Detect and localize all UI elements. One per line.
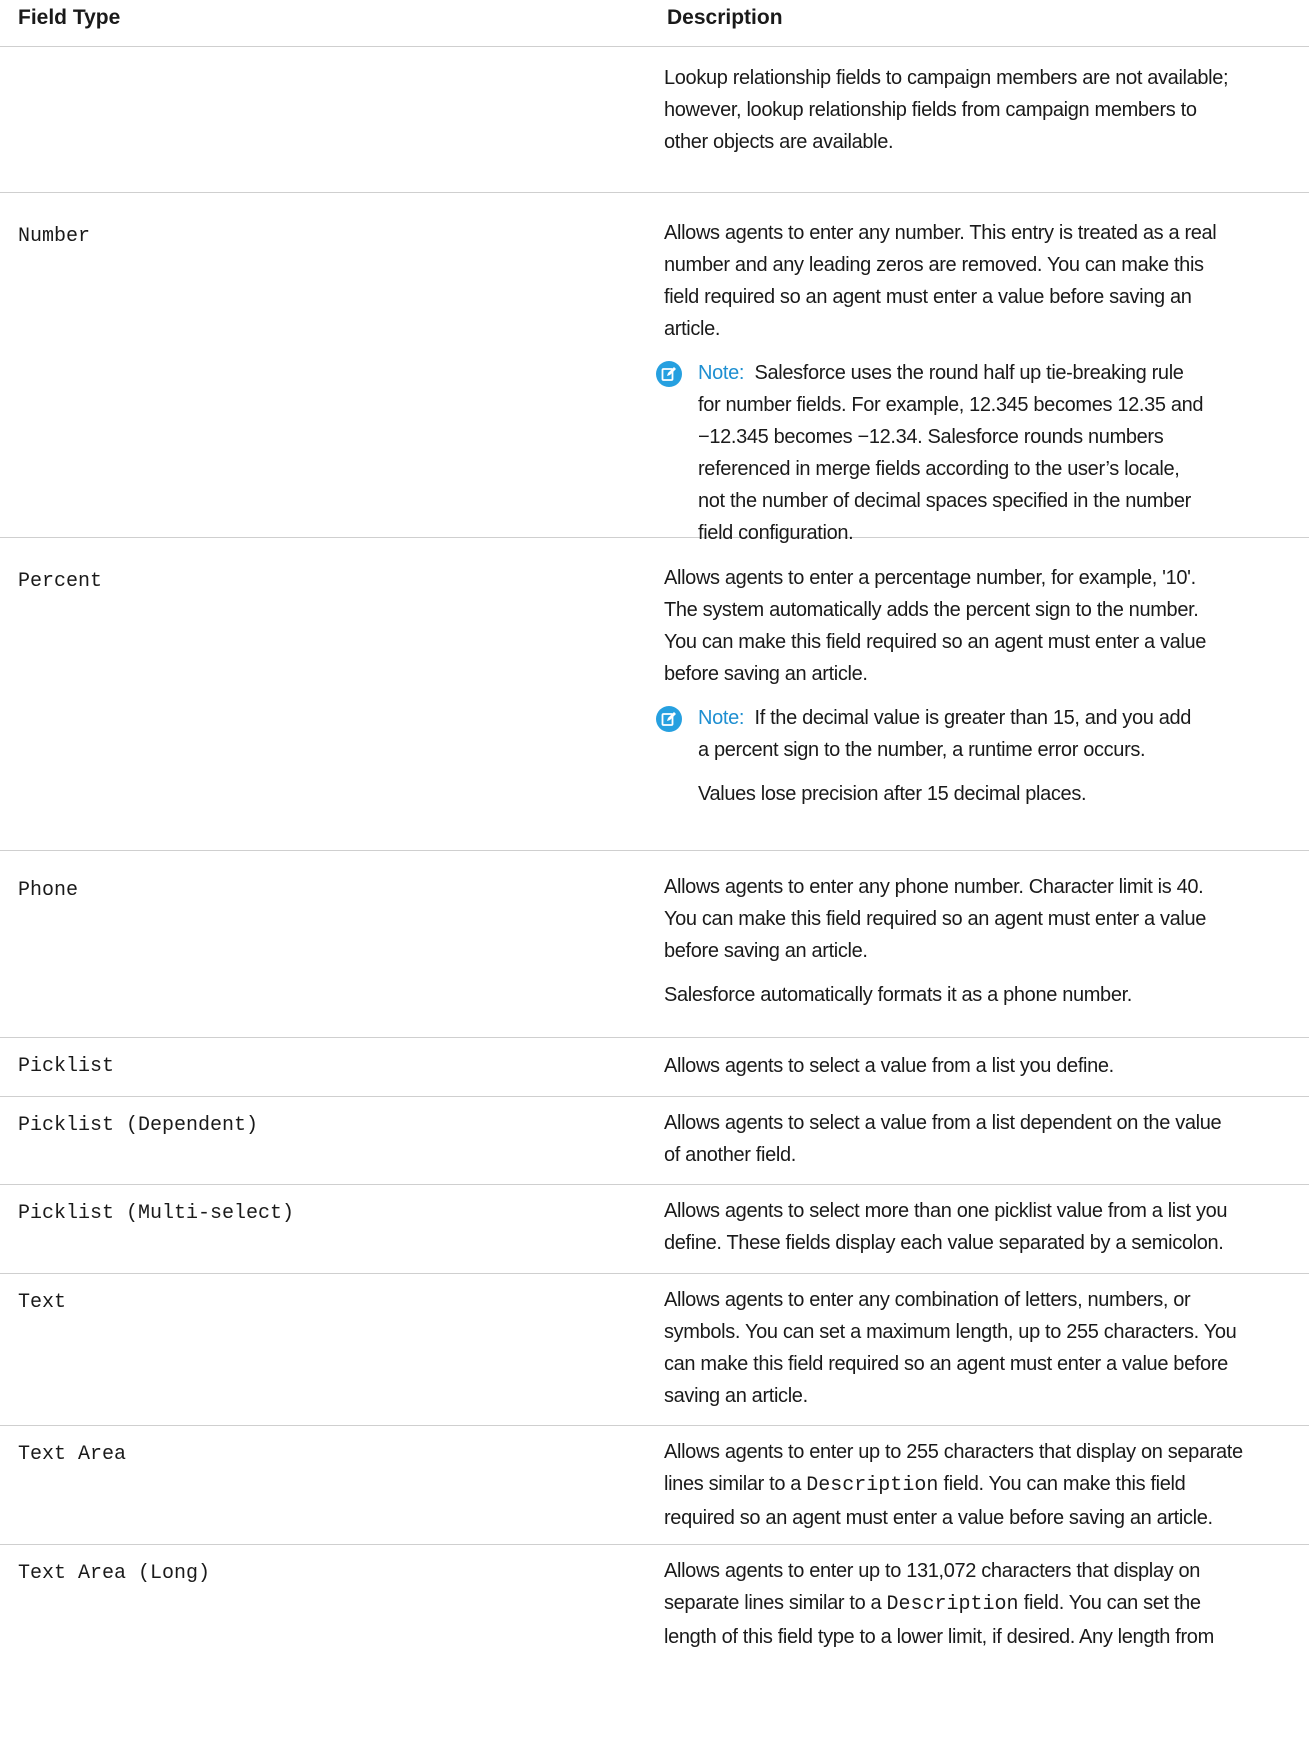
note-text: −12.345 becomes −12.34. Salesforce round… [698,426,1164,448]
field-type-table: Field Type Description Lookup relationsh… [0,0,1309,1745]
row-description: Allows agents to enter any combination o… [664,1284,1294,1424]
description-paragraph: Allows agents to select more than one pi… [664,1195,1294,1259]
field-type-number: Number [18,225,91,248]
text-line: Salesforce automatically formats it as a… [664,984,1133,1006]
row-description: Allows agents to enter up to 131,072 cha… [664,1555,1294,1665]
text-line: define. These fields display each value … [664,1232,1224,1254]
description-paragraph: Allows agents to enter a percentage numb… [664,562,1294,690]
row-description: Lookup relationship fields to campaign m… [664,62,1294,170]
text-line: required so an agent must enter a value … [664,1507,1213,1529]
description-paragraph: Allows agents to select a value from a l… [664,1050,1294,1082]
note-text: not the number of decimal spaces specifi… [698,490,1191,512]
note-text: a percent sign to the number, a runtime … [698,739,1146,761]
text-line: other objects are available. [664,131,894,153]
description-paragraph: Lookup relationship fields to campaign m… [664,62,1294,158]
text-line: Allows agents to enter up to 131,072 cha… [664,1560,1201,1582]
text-line: Allows agents to enter up to 255 charact… [664,1441,1243,1463]
table-row: Percent Allows agents to enter a percent… [0,538,1309,851]
note-text: referenced in merge fields according to … [698,458,1180,480]
table-row: Text Allows agents to enter any combinat… [0,1274,1309,1426]
row-description: Allows agents to enter up to 255 charact… [664,1436,1294,1546]
text-line: however, lookup relationship fields from… [664,99,1197,121]
text-line: You can make this field required so an a… [664,631,1207,653]
description-paragraph: Allows agents to enter any combination o… [664,1284,1294,1412]
text-line: Allows agents to enter any combination o… [664,1289,1191,1311]
text-line: Allows agents to select a value from a l… [664,1055,1114,1077]
text-line: Allows agents to enter any phone number.… [664,876,1204,898]
description-paragraph: Allows agents to enter any phone number.… [664,871,1294,967]
field-type-phone: Phone [18,879,79,902]
description-paragraph: Allows agents to enter up to 255 charact… [664,1436,1294,1534]
note-text: Salesforce uses the round half up tie-br… [754,362,1184,384]
text-line: Allows agents to select more than one pi… [664,1200,1228,1222]
text-line: article. [664,318,721,340]
note-block: Note: If the decimal value is greater th… [656,702,1294,810]
text-line: Allows agents to enter any number. This … [664,222,1217,244]
row-description: Allows agents to enter any phone number.… [664,871,1294,1023]
field-type-text: Text [18,1291,67,1314]
table-row: Phone Allows agents to enter any phone n… [0,851,1309,1038]
note-text: If the decimal value is greater than 15,… [754,707,1192,729]
field-type-picklist: Picklist [18,1055,115,1078]
text-line: symbols. You can set a maximum length, u… [664,1321,1237,1343]
text-line: number and any leading zeros are removed… [664,254,1204,276]
note-text: Values lose precision after 15 decimal p… [698,783,1087,805]
field-type-text-area-long: Text Area (Long) [18,1562,211,1585]
row-description: Allows agents to select a value from a l… [664,1107,1294,1183]
text-line: You can make this field required so an a… [664,908,1207,930]
note-edit-icon [656,706,682,732]
description-paragraph: Allows agents to select a value from a l… [664,1107,1294,1171]
table-row: Number Allows agents to enter any number… [0,193,1309,544]
text-line: can make this field required so an agent… [664,1353,1228,1375]
header-field-type: Field Type [18,6,121,29]
text-line: of another field. [664,1144,796,1166]
table-row: Picklist (Dependent) Allows agents to se… [0,1097,1309,1185]
text-line: length of this field type to a lower lim… [664,1626,1214,1648]
text-line: separate lines similar to a Description … [664,1592,1201,1616]
text-line: saving an article. [664,1385,808,1407]
description-paragraph: Allows agents to enter any number. This … [664,217,1294,345]
header-description: Description [667,6,783,29]
description-paragraph: Allows agents to enter up to 131,072 cha… [664,1555,1294,1653]
note-text: for number fields. For example, 12.345 b… [698,394,1204,416]
table-row: Text Area Allows agents to enter up to 2… [0,1426,1309,1545]
text-line: before saving an article. [664,940,868,962]
row-description: Allows agents to enter any number. This … [656,217,1294,561]
field-type-text-area: Text Area [18,1443,127,1466]
note-edit-icon [656,361,682,387]
text-line: lines similar to a Description field. Yo… [664,1473,1186,1497]
row-description: Allows agents to select a value from a l… [664,1050,1294,1094]
table-header: Field Type Description [0,0,1309,47]
table-row: Picklist (Multi-select) Allows agents to… [0,1185,1309,1274]
code-description: Description [806,1474,939,1497]
code-description: Description [886,1593,1019,1616]
table-row: Picklist Allows agents to select a value… [0,1038,1309,1097]
row-description: Allows agents to enter a percentage numb… [656,562,1294,822]
text-line: before saving an article. [664,663,868,685]
text-line: Lookup relationship fields to campaign m… [664,67,1229,89]
field-type-picklist-multi-select: Picklist (Multi-select) [18,1202,295,1225]
field-type-picklist-dependent: Picklist (Dependent) [18,1114,259,1137]
description-paragraph: Salesforce automatically formats it as a… [664,979,1294,1011]
field-type-percent: Percent [18,570,103,593]
text-line: Allows agents to enter a percentage numb… [664,567,1196,589]
text-line: The system automatically adds the percen… [664,599,1199,621]
note-label: Note: [698,362,745,384]
text-line: field required so an agent must enter a … [664,286,1192,308]
note-label: Note: [698,707,745,729]
table-row: Text Area (Long) Allows agents to enter … [0,1545,1309,1745]
text-line: Allows agents to select a value from a l… [664,1112,1222,1134]
table-row: Lookup relationship fields to campaign m… [0,47,1309,193]
row-description: Allows agents to select more than one pi… [664,1195,1294,1271]
note-block: Note: Salesforce uses the round half up … [656,357,1294,549]
